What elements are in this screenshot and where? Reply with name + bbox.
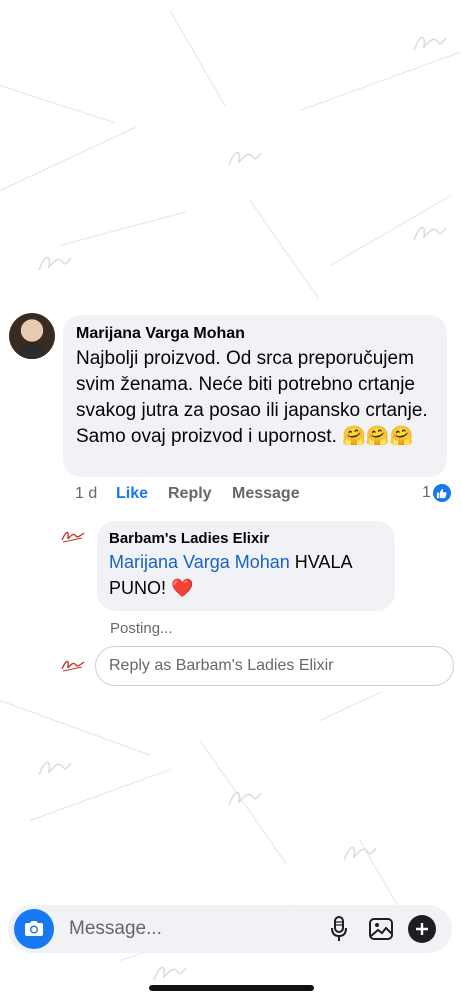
- microphone-button[interactable]: [324, 914, 354, 944]
- home-indicator: [149, 985, 314, 991]
- reaction-count: 1: [422, 484, 431, 501]
- comment-actions: 1 d Like Reply Message: [75, 485, 300, 503]
- add-button[interactable]: [408, 915, 436, 943]
- plus-icon: [416, 923, 428, 935]
- thumbs-up-icon: [432, 484, 451, 502]
- comment-author[interactable]: Marijana Varga Mohan: [76, 324, 435, 344]
- gallery-button[interactable]: [366, 914, 396, 944]
- microphone-icon: [331, 916, 347, 941]
- reply-button[interactable]: Reply: [168, 485, 232, 503]
- gallery-icon: [369, 918, 393, 940]
- like-button[interactable]: Like: [116, 485, 168, 503]
- reaction-summary[interactable]: 1: [422, 484, 451, 502]
- message-input[interactable]: Message...: [69, 918, 324, 940]
- posting-status: Posting...: [110, 620, 173, 637]
- reply-input[interactable]: Reply as Barbam's Ladies Elixir: [95, 646, 454, 686]
- mention-link[interactable]: Marijana Varga Mohan: [109, 552, 290, 572]
- comment-bubble[interactable]: Marijana Varga Mohan Najbolji proizvod. …: [63, 315, 447, 477]
- reply-author[interactable]: Barbam's Ladies Elixir: [109, 529, 383, 549]
- message-composer: Message...: [8, 905, 452, 953]
- camera-icon: [25, 921, 43, 936]
- message-button[interactable]: Message: [232, 485, 300, 503]
- page-logo-icon: [61, 660, 85, 672]
- camera-button[interactable]: [14, 909, 54, 949]
- comment-text: Najbolji proizvod. Od srca preporučujem …: [76, 348, 428, 447]
- commenter-avatar[interactable]: [9, 313, 55, 359]
- reply-bubble[interactable]: Barbam's Ladies Elixir Marijana Varga Mo…: [97, 521, 395, 611]
- page-logo-icon: [61, 531, 85, 543]
- reply-input-placeholder: Reply as Barbam's Ladies Elixir: [109, 657, 334, 674]
- comment-timestamp: 1 d: [75, 485, 98, 502]
- reply-text: Marijana Varga Mohan HVALA PUNO! ❤️: [109, 549, 383, 601]
